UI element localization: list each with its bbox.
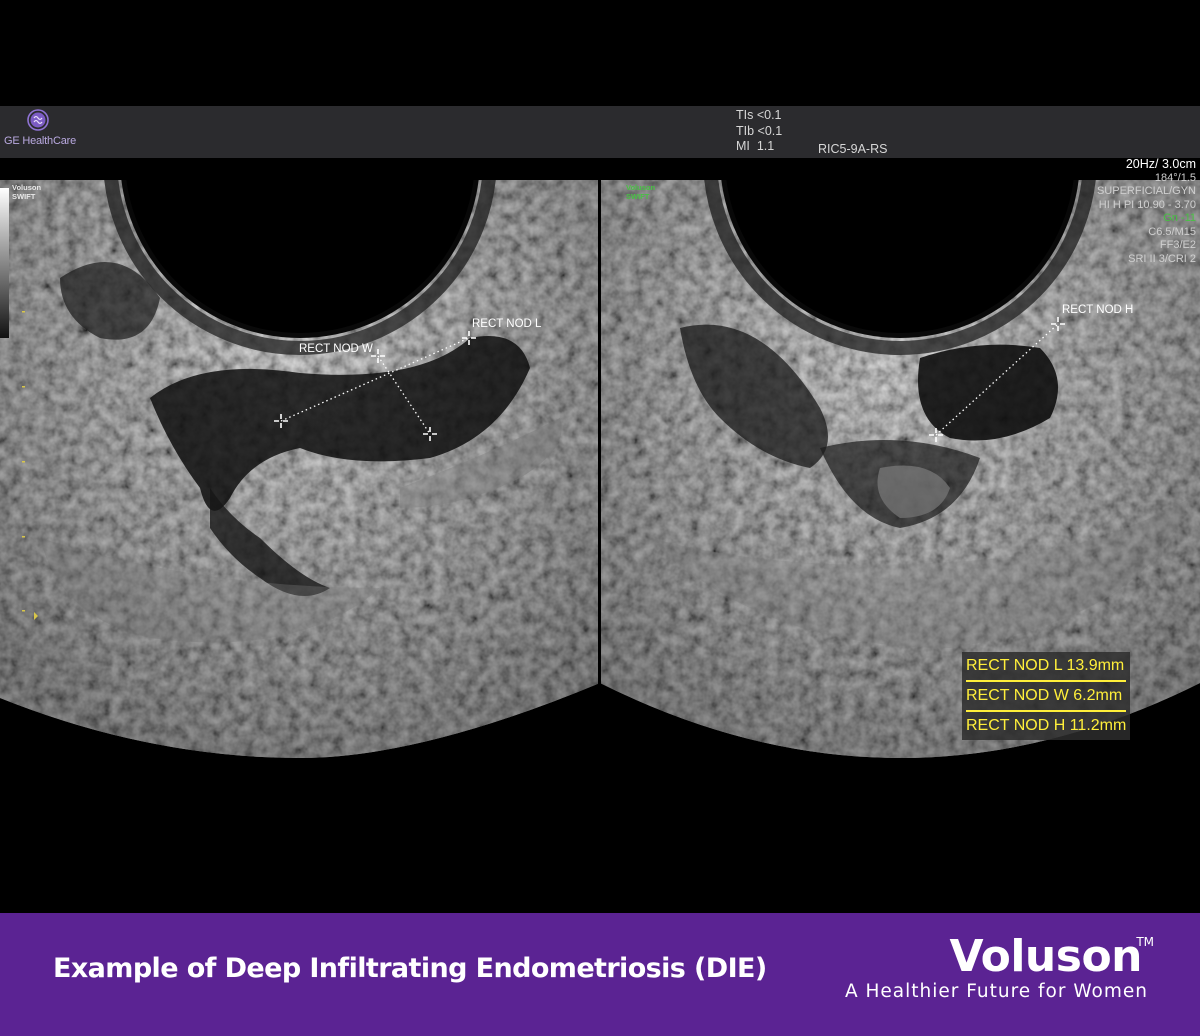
top-margin: [0, 0, 1200, 106]
rect-nod-l-label: RECT NOD L: [472, 318, 542, 330]
ultrasound-dual-view: Voluson SWIFT Voluson SWIFT RECT NOD W R…: [0, 157, 1200, 913]
caliper-marker-h-end[interactable]: [1050, 316, 1066, 332]
caliper-marker-w-end[interactable]: [422, 426, 438, 442]
mi-value: MI 1.1: [736, 139, 775, 153]
preset-value: SUPERFICIAL/GYN: [1096, 185, 1196, 197]
rect-nod-w-label: RECT NOD W: [299, 343, 373, 355]
frame-rate-depth: 20Hz/ 3.0cm: [1125, 157, 1196, 171]
sri-cri-value: SRI II 3/CRI 2: [1128, 252, 1196, 265]
angle-value: 184°/1.5: [1154, 171, 1196, 184]
right-voluson-swift-label: Voluson SWIFT: [626, 183, 655, 201]
tis-value: TIs <0.1: [736, 108, 782, 122]
left-voluson-swift-label: Voluson SWIFT: [12, 183, 41, 201]
caliper-marker-l-start[interactable]: [273, 413, 289, 429]
scan-settings-readout: 20Hz/ 3.0cm 184°/1.5 SUPERFICIAL/GYN HI …: [1096, 157, 1196, 266]
ff-e-value: FF3/E2: [1159, 239, 1196, 251]
thermal-index-block: TIs <0.1 TIb <0.1 MI 1.1: [736, 108, 782, 155]
caliper-marker-l-end[interactable]: [461, 330, 477, 346]
measurement-l-result: RECT NOD L 13.9mm: [966, 652, 1127, 682]
cm-value: C6.5/M15: [1148, 225, 1196, 238]
right-brand-line2: SWIFT: [626, 192, 650, 201]
rect-nod-h-label: RECT NOD H: [1062, 304, 1134, 316]
measurement-results-box: RECT NOD L 13.9mm RECT NOD W 6.2mm RECT …: [962, 652, 1131, 740]
left-brand-line1: Voluson: [12, 183, 42, 192]
ge-healthcare-text: GE HealthCare: [4, 135, 76, 147]
trademark-symbol: TM: [1136, 935, 1154, 949]
tib-value: TIb <0.1: [736, 123, 783, 138]
right-brand-line1: Voluson: [626, 183, 656, 192]
footer-banner: Example of Deep Infiltrating Endometrios…: [0, 913, 1200, 1036]
left-brand-line2: SWIFT: [12, 192, 36, 201]
frequency-value: HI H PI 10.90 - 3.70: [1098, 198, 1196, 211]
probe-name: RIC5-9A-RS: [818, 142, 888, 156]
footer-caption: Example of Deep Infiltrating Endometrios…: [53, 953, 767, 984]
voluson-brand-name: Voluson: [949, 931, 1142, 982]
ultrasound-image: [0, 178, 1200, 758]
brand-tagline: A Healthier Future for Women: [844, 981, 1148, 1002]
ge-healthcare-logo-icon: [27, 109, 49, 131]
measurement-h-result: RECT NOD H 11.2mm: [966, 717, 1127, 734]
caliper-marker-h-start[interactable]: [928, 427, 944, 443]
measurement-w-result: RECT NOD W 6.2mm: [966, 682, 1127, 712]
scanner-header-bar: GE HealthCare TIs <0.1 TIb <0.1 MI 1.1 R…: [0, 106, 1200, 158]
gain-value: Gn -11: [1163, 212, 1196, 224]
